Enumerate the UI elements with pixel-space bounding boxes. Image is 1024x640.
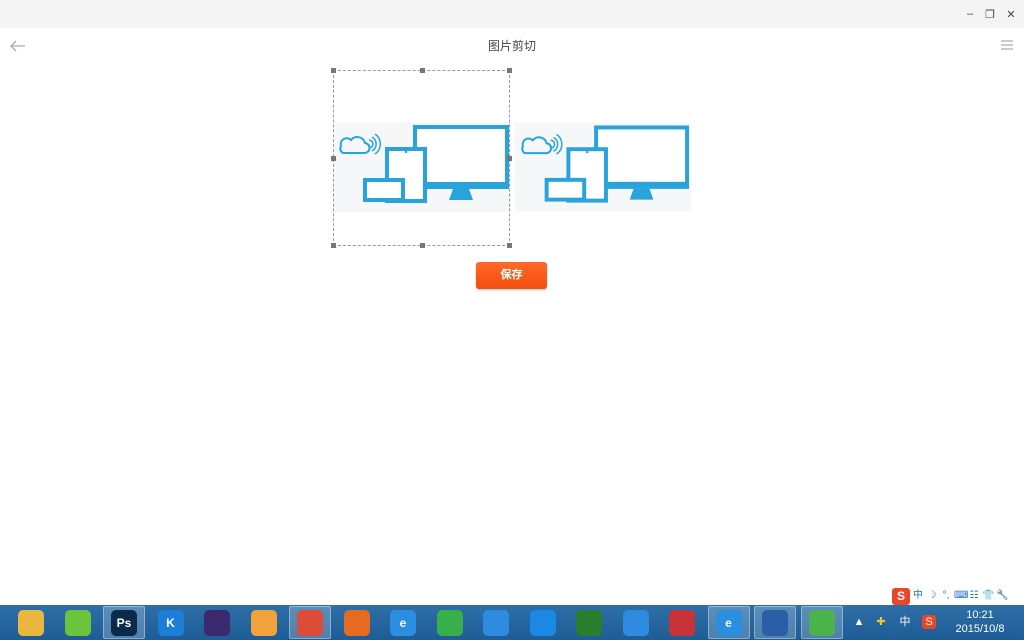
taskbar-app-9[interactable]: [429, 606, 471, 639]
crop-handle-bottom[interactable]: [420, 243, 425, 248]
clock-time: 10:21: [966, 609, 994, 621]
ime-shirt-icon[interactable]: 👕: [982, 589, 994, 603]
crop-handle-left[interactable]: [331, 156, 336, 161]
red-app-icon: [669, 609, 695, 636]
taskbar-app-8[interactable]: e: [382, 606, 424, 639]
taskbar-app-5[interactable]: [243, 606, 285, 639]
pen-app-icon: [622, 609, 649, 636]
computer-icon: [762, 609, 788, 636]
taskbar-app-11[interactable]: [522, 606, 564, 639]
crop-handle-top-left[interactable]: [331, 68, 336, 73]
close-button[interactable]: ✕: [1003, 6, 1019, 22]
file-explorer-icon: [18, 609, 44, 636]
ie-icon: e: [390, 609, 416, 636]
crop-handle-bottom-right[interactable]: [507, 243, 512, 248]
taskbar-app-10[interactable]: [475, 606, 517, 639]
ime-wrench-icon[interactable]: 🔧: [996, 589, 1008, 603]
page-title: 图片剪切: [487, 39, 536, 53]
taskbar-app-12[interactable]: [568, 606, 610, 639]
taskbar-app-7[interactable]: [336, 606, 378, 639]
color-leaf-icon: [250, 609, 277, 636]
save-button[interactable]: 保存: [476, 262, 547, 289]
app-header: 图片剪切: [0, 28, 1024, 64]
preview-image: [515, 122, 691, 212]
taskbar-app-0[interactable]: [10, 606, 52, 639]
tray-app-icon[interactable]: ✚: [874, 615, 888, 629]
taskbar-app-2[interactable]: Ps: [103, 606, 145, 639]
tray-ime-icon[interactable]: 中: [898, 615, 912, 629]
tray-expand-icon[interactable]: ▲: [852, 615, 866, 629]
cloud-icon: [483, 609, 509, 636]
taskbar-app-4[interactable]: [196, 606, 238, 639]
taskbar-app-15[interactable]: e: [707, 606, 750, 639]
photoshop-icon: Ps: [111, 609, 137, 636]
eye-app-icon: [576, 609, 602, 636]
menu-button[interactable]: [1000, 38, 1014, 54]
wechat-icon: [808, 609, 835, 636]
leaf-app-icon: [64, 609, 91, 636]
minimize-button[interactable]: –: [962, 6, 978, 22]
taskbar-clock[interactable]: 10:21 2015/10/8: [950, 608, 1010, 636]
taskbar-app-13[interactable]: [615, 606, 657, 639]
taskbar-app-16[interactable]: [754, 606, 796, 639]
taskbar-app-3[interactable]: K: [150, 606, 192, 639]
sogou-ime-icon[interactable]: S: [892, 587, 910, 605]
k-app-icon: K: [157, 609, 184, 636]
ime-keyboard-icon[interactable]: ⌨: [954, 589, 968, 603]
taskbar-app-14[interactable]: [661, 606, 703, 639]
ime-moon-icon[interactable]: ☽: [926, 589, 938, 603]
ime-grid-icon[interactable]: ☷: [968, 589, 980, 603]
baidu-cloud-icon: [529, 609, 556, 636]
crop-handle-bottom-left[interactable]: [331, 243, 336, 248]
restore-button[interactable]: ❐: [982, 6, 998, 22]
ime-punctuation-icon[interactable]: °,: [940, 589, 952, 603]
crop-handle-right[interactable]: [507, 156, 512, 161]
green-arrow-icon: [436, 609, 463, 636]
taskbar-app-6[interactable]: [289, 606, 331, 639]
crop-handle-top-right[interactable]: [507, 68, 512, 73]
ime-chinese-mode[interactable]: 中: [912, 589, 924, 603]
ime-toolbar: S 中 ☽ °, ⌨ ☷ 👕 🔧: [892, 587, 1024, 605]
hamburger-menu-icon: [1001, 40, 1013, 50]
chrome-icon: [297, 609, 323, 636]
window-title-bar: – ❐ ✕: [0, 0, 1024, 28]
arrow-left-icon: [10, 40, 25, 52]
eclipse-icon: [204, 609, 230, 636]
clock-date: 2015/10/8: [955, 623, 1005, 635]
taskbar-app-17[interactable]: [800, 606, 843, 639]
back-button[interactable]: [8, 36, 28, 56]
tray-sogou-icon[interactable]: S: [922, 615, 936, 629]
crop-editor: 保存: [0, 64, 1024, 605]
firefox-icon: [343, 609, 370, 636]
taskbar-app-1[interactable]: [57, 606, 99, 639]
ie-icon-2: e: [715, 609, 742, 636]
crop-handle-top[interactable]: [420, 68, 425, 73]
crop-selection-box[interactable]: [331, 68, 512, 248]
